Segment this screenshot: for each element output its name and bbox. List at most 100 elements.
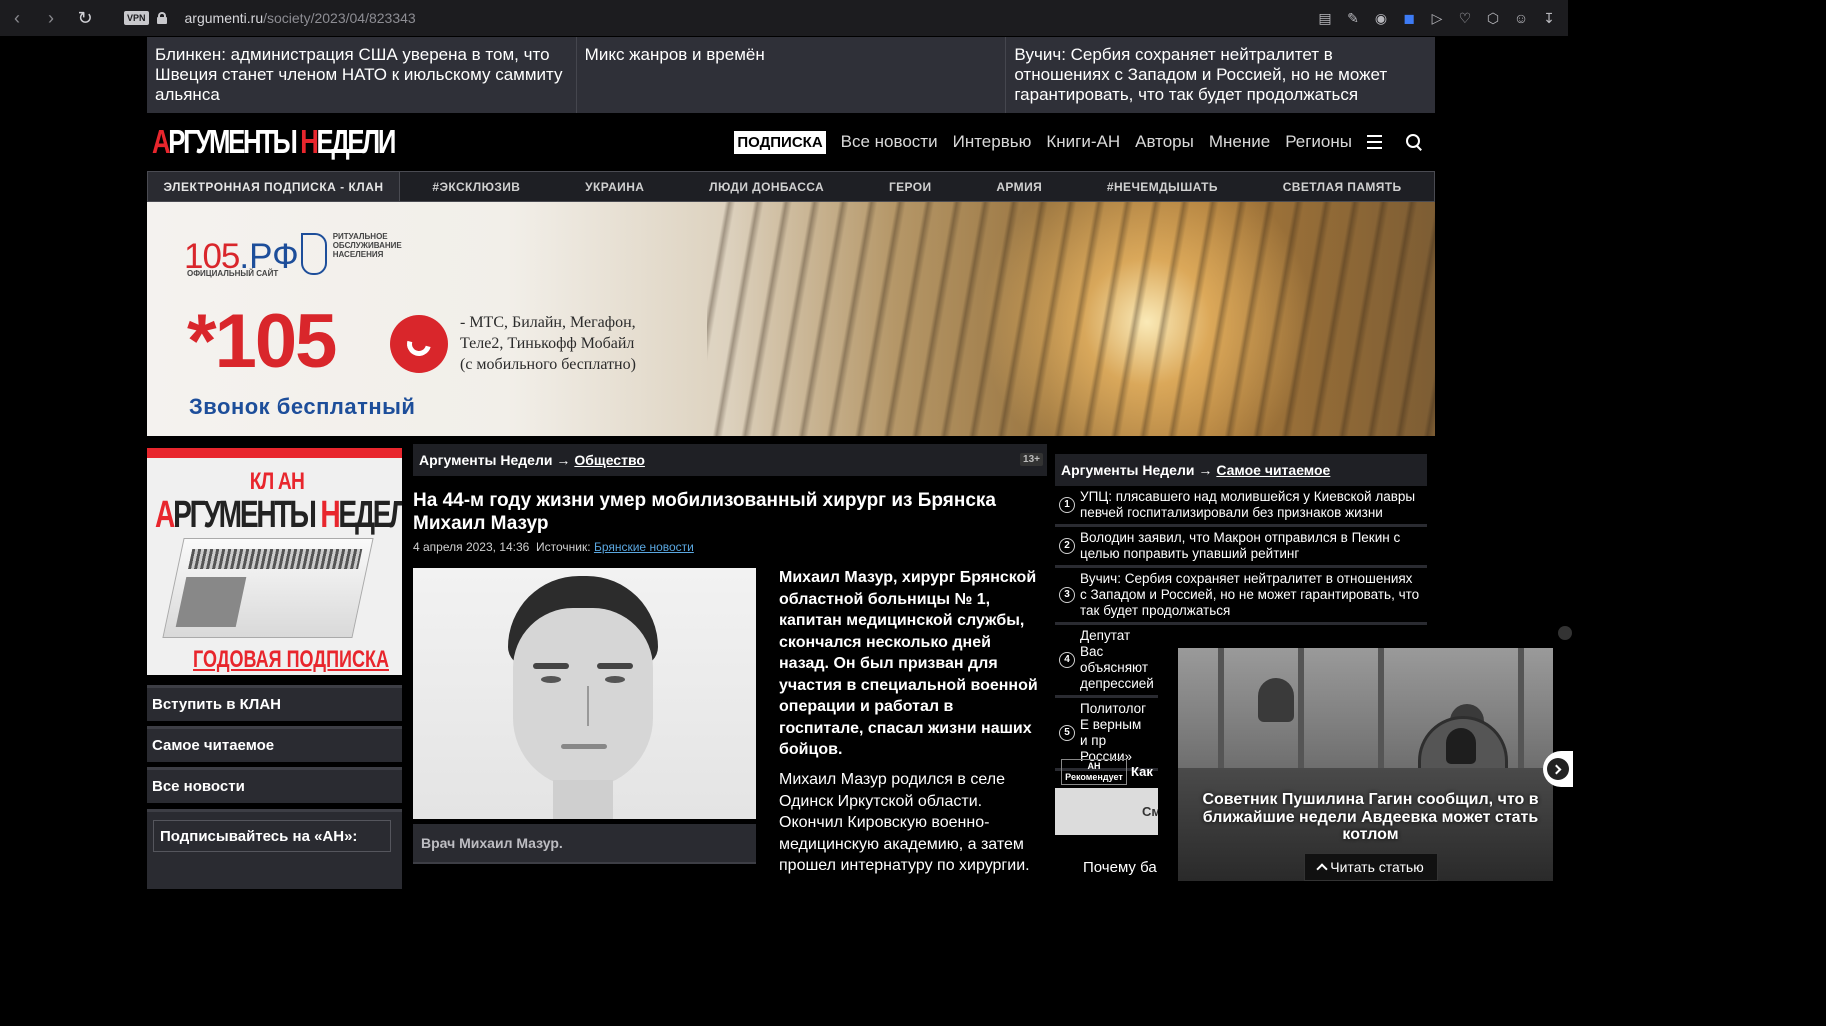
age-rating-badge: 13+ (1020, 453, 1043, 466)
klan-annual-subscription: ГОДОВАЯ ПОДПИСКА (193, 646, 389, 673)
vpn-badge[interactable]: VPN (124, 11, 149, 25)
list-item[interactable]: 2 Володин заявил, что Макрон отправился в… (1055, 527, 1427, 568)
article-title: На 44-м году жизни умер мобилизованный х… (413, 490, 996, 534)
recommended-row[interactable]: АН Рекомендует Как (1061, 758, 1153, 785)
list-item-text: Вучич: Сербия сохраняет нейтралитет в от… (1080, 571, 1420, 618)
list-item[interactable]: 3 Вучич: Сербия сохраняет нейтралитет в о… (1055, 568, 1427, 625)
site-logo[interactable]: АРГУМЕНТЫ НЕДЕЛИ (152, 123, 396, 161)
news-ticker: Блинкен: администрация США уверена в том… (147, 37, 1435, 113)
join-klan-button[interactable]: Вступить в КЛАН (147, 685, 402, 721)
most-read-root[interactable]: Аргументы Недели → (1061, 462, 1212, 478)
klan-title-letter: А (155, 494, 175, 536)
article-lead: Михаил Мазур, хирург Брянской областной … (779, 569, 1038, 758)
recommended-badge: АН Рекомендует (1061, 758, 1127, 785)
nav-authors[interactable]: Авторы (1135, 132, 1194, 152)
most-read-link[interactable]: Самое читаемое (1216, 462, 1330, 478)
chevron-right-icon (1551, 764, 1562, 774)
section-heroes[interactable]: ГЕРОИ (889, 180, 932, 194)
reader-view-icon[interactable]: ▤ (1316, 9, 1334, 27)
list-item-text: Политолог Е верным и пр России» (1080, 701, 1147, 764)
ticker-item[interactable]: Блинкен: администрация США уверена в том… (147, 37, 577, 113)
read-article-label: Читать статью (1330, 859, 1424, 875)
browser-toolbar: ‹ › ↻ VPN argumenti.ru/society/2023/04/8… (0, 0, 1568, 36)
forward-icon[interactable]: › (34, 0, 68, 36)
send-icon[interactable]: ▷ (1428, 9, 1446, 27)
section-exclusive[interactable]: #ЭКСКЛЮЗИВ (432, 180, 520, 194)
rank-number: 4 (1059, 652, 1075, 668)
camera-icon[interactable]: ◉ (1372, 9, 1390, 27)
left-sidebar: КЛ АН АРГУМЕНТЫ НЕДЕЛИ ГОДОВАЯ ПОДПИСКА … (147, 448, 402, 889)
nav-opinion[interactable]: Мнение (1209, 132, 1270, 152)
ad-banner[interactable]: 105 .РФ РИТУАЛЬНОЕ ОБСЛУЖИВАНИЕ НАСЕЛЕНИЯ О… (147, 202, 1435, 436)
breadcrumb-root[interactable]: Аргументы Недели → (419, 452, 570, 468)
news-popup[interactable]: Советник Пушилина Гагин сообщил, что в б… (1158, 648, 1573, 881)
ad-desc-line: РИТУАЛЬНОЕ (332, 232, 388, 241)
chevron-up-icon (1316, 863, 1328, 875)
logo-letter: Н (300, 123, 319, 160)
main-nav: ПОДПИСКА Все новости Интервью Книги-АН А… (734, 113, 1423, 171)
scroll-indicator (1558, 626, 1572, 640)
photo-caption: Врач Михаил Мазур. (413, 824, 756, 864)
klan-title-word: РГУМЕНТЫ (173, 494, 321, 536)
logo-letter: А (152, 123, 171, 160)
popup-next-button[interactable] (1543, 751, 1573, 787)
ad-short-number: *105 (187, 299, 337, 384)
article-date: 4 апреля 2023, 14:36 (413, 540, 530, 554)
subscribe-label: Подписывайтесь на «АН»: (153, 820, 391, 852)
ticker-item[interactable]: Вучич: Сербия сохраняет нейтралитет в от… (1006, 37, 1435, 113)
section-electronic-subscription[interactable]: ЭЛЕКТРОННАЯ ПОДПИСКА - КЛАН (148, 172, 400, 201)
ad-desc-line: НАСЕЛЕНИЯ (332, 250, 384, 259)
back-icon[interactable]: ‹ (0, 0, 34, 36)
section-nothing-to-breathe[interactable]: #НЕЧЕМДЫШАТЬ (1107, 180, 1218, 194)
ticker-item[interactable]: Микс жанров и времён (577, 37, 1007, 113)
menu-icon[interactable] (1367, 135, 1382, 149)
most-read-heading: Аргументы Недели → Самое читаемое (1055, 454, 1427, 486)
ad-operator-line: - МТС, Билайн, Мегафон, (460, 314, 636, 331)
section-nav: ЭЛЕКТРОННАЯ ПОДПИСКА - КЛАН #ЭКСКЛЮЗИВ У… (147, 171, 1435, 202)
popup-headline[interactable]: Советник Пушилина Гагин сообщил, что в б… (1178, 791, 1563, 844)
rank-number: 5 (1059, 725, 1075, 741)
badge-line: Рекомендует (1065, 771, 1123, 782)
ad-free-call: Звонок бесплатный (189, 394, 416, 419)
badge-line: АН (1087, 760, 1101, 771)
heart-icon[interactable]: ♡ (1456, 9, 1474, 27)
section-donbass-people[interactable]: ЛЮДИ ДОНБАССА (709, 180, 824, 194)
cube-icon[interactable]: ⬡ (1484, 9, 1502, 27)
logo-word: РГУМЕНТЫ (168, 123, 301, 160)
download-icon[interactable]: ↧ (1540, 9, 1558, 27)
section-ukraine[interactable]: УКРАИНА (585, 180, 644, 194)
list-item[interactable]: 1 УПЦ: плясавшего над молившейся у Киевск… (1055, 486, 1427, 527)
url-path: /society/2023/04/823343 (263, 10, 416, 26)
nav-books[interactable]: Книги-АН (1046, 132, 1120, 152)
source-label: Источник: (536, 540, 591, 554)
klan-subscription-ad[interactable]: КЛ АН АРГУМЕНТЫ НЕДЕЛИ ГОДОВАЯ ПОДПИСКА (147, 448, 402, 675)
article-breadcrumb: Аргументы Недели → Общество 13+ (413, 444, 1047, 476)
nav-all-news[interactable]: Все новости (841, 132, 938, 152)
klan-title-word: ЕДЕЛИ (338, 494, 402, 536)
section-memory[interactable]: СВЕТЛАЯ ПАМЯТЬ (1283, 180, 1402, 194)
article-body: Михаил Мазур родился в селе Одинск Иркут… (779, 771, 1030, 874)
search-icon[interactable] (1405, 133, 1423, 151)
all-news-button[interactable]: Все новости (147, 767, 402, 803)
nav-subscribe[interactable]: ПОДПИСКА (734, 130, 826, 154)
nav-regions[interactable]: Регионы (1285, 132, 1352, 152)
read-article-button[interactable]: Читать статью (1304, 853, 1438, 881)
profile-icon[interactable]: ☺ (1512, 9, 1530, 27)
lock-icon[interactable] (156, 12, 167, 24)
teaser-text[interactable]: Почему ба (1083, 859, 1157, 876)
klan-title-letter: Н (320, 494, 340, 536)
nav-interviews[interactable]: Интервью (953, 132, 1032, 152)
most-read-button[interactable]: Самое читаемое (147, 726, 402, 762)
ad-operators: - МТС, Билайн, Мегафон, Теле2, Тинькофф … (460, 312, 636, 375)
article-meta: 4 апреля 2023, 14:36 Источник: Брянские … (413, 540, 694, 554)
section-army[interactable]: АРМИЯ (996, 180, 1042, 194)
more-button[interactable]: См (1055, 788, 1165, 835)
edit-icon[interactable]: ✎ (1344, 9, 1362, 27)
reload-icon[interactable]: ↻ (68, 0, 102, 36)
shield-icon[interactable]: ◼ (1400, 9, 1418, 27)
rank-number: 2 (1059, 538, 1075, 554)
breadcrumb-section[interactable]: Общество (574, 452, 645, 468)
newspaper-stack-image (162, 538, 374, 638)
address-bar[interactable]: argumenti.ru/society/2023/04/823343 (185, 10, 416, 26)
source-link[interactable]: Брянские новости (594, 540, 694, 554)
